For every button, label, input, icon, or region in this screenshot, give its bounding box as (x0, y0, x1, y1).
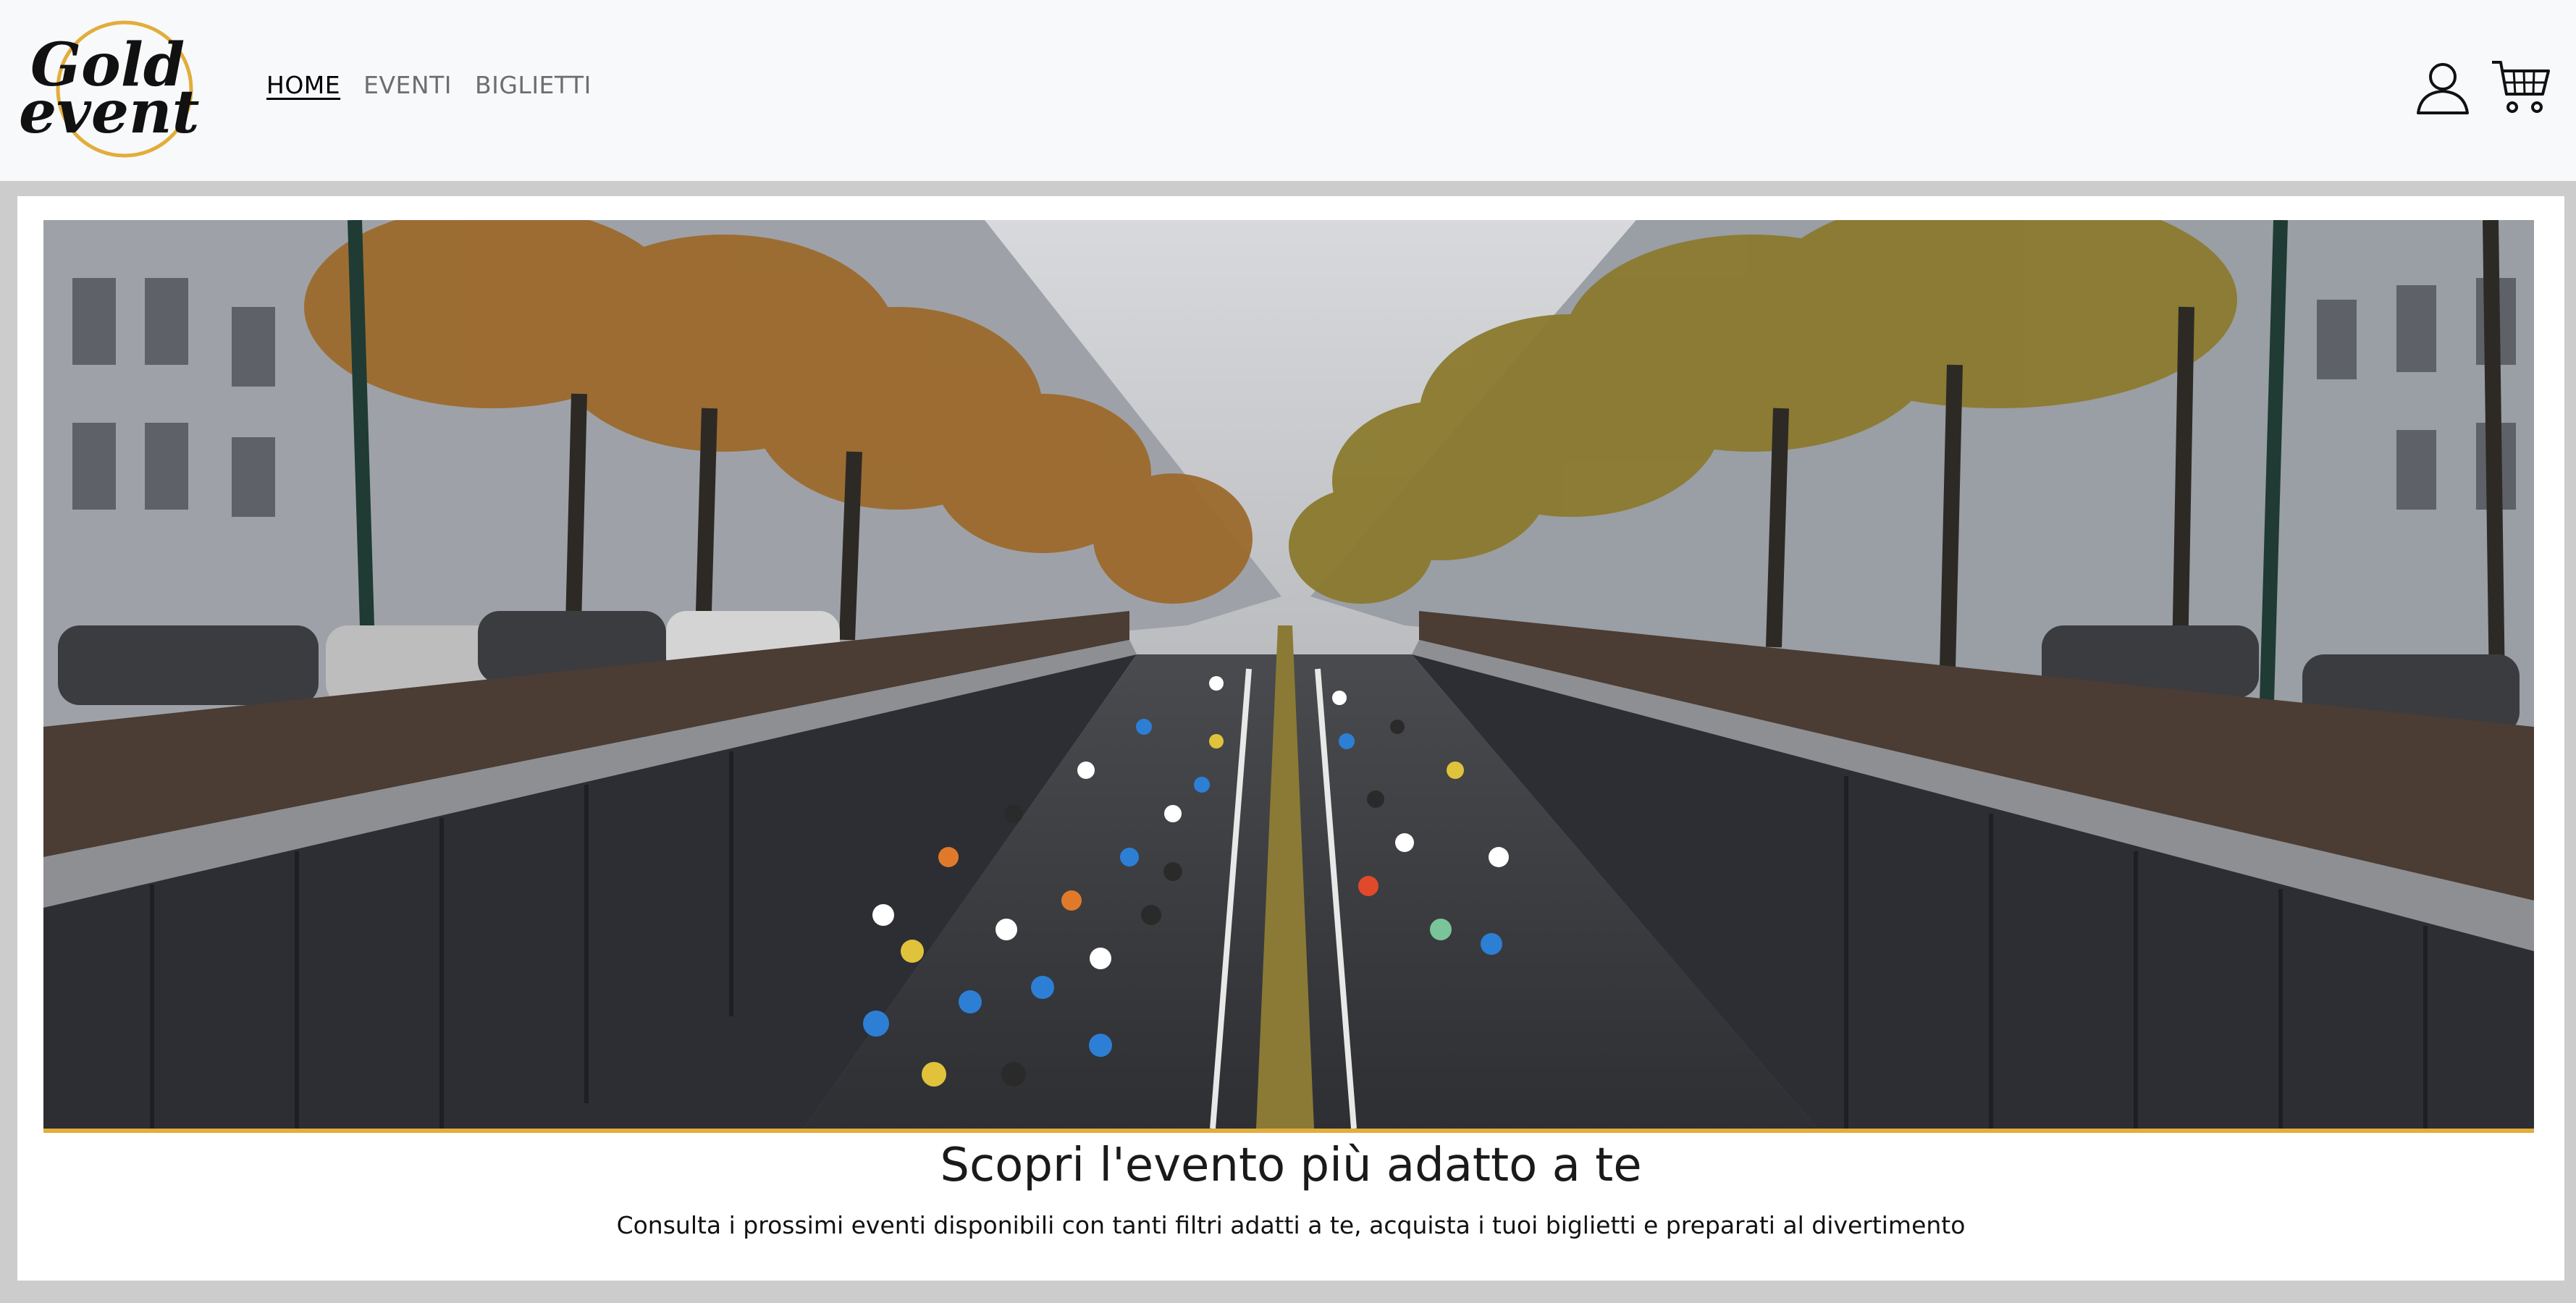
hero-title: Scopri l'evento più adatto a te (940, 1139, 1642, 1192)
hero-image (43, 220, 2534, 1129)
nav-eventi[interactable]: EVENTI (363, 71, 452, 99)
nav-biglietti[interactable]: BIGLIETTI (475, 71, 592, 99)
nav-home[interactable]: HOME (266, 71, 340, 99)
logo-line2: event (19, 77, 200, 147)
gold-event-logo[interactable]: Gold event (10, 13, 235, 165)
user-icon[interactable] (2414, 58, 2472, 116)
main-nav: HOME EVENTI BIGLIETTI (266, 71, 592, 99)
cart-icon[interactable] (2491, 58, 2553, 116)
hero-subtitle: Consulta i prossimi eventi disponibili c… (616, 1211, 1966, 1239)
navbar: Gold event HOME EVENTI BIGLIETTI (0, 0, 2576, 181)
hero-divider (43, 1129, 2534, 1133)
hero-card: Scopri l'evento più adatto a te Consulta… (17, 196, 2564, 1281)
